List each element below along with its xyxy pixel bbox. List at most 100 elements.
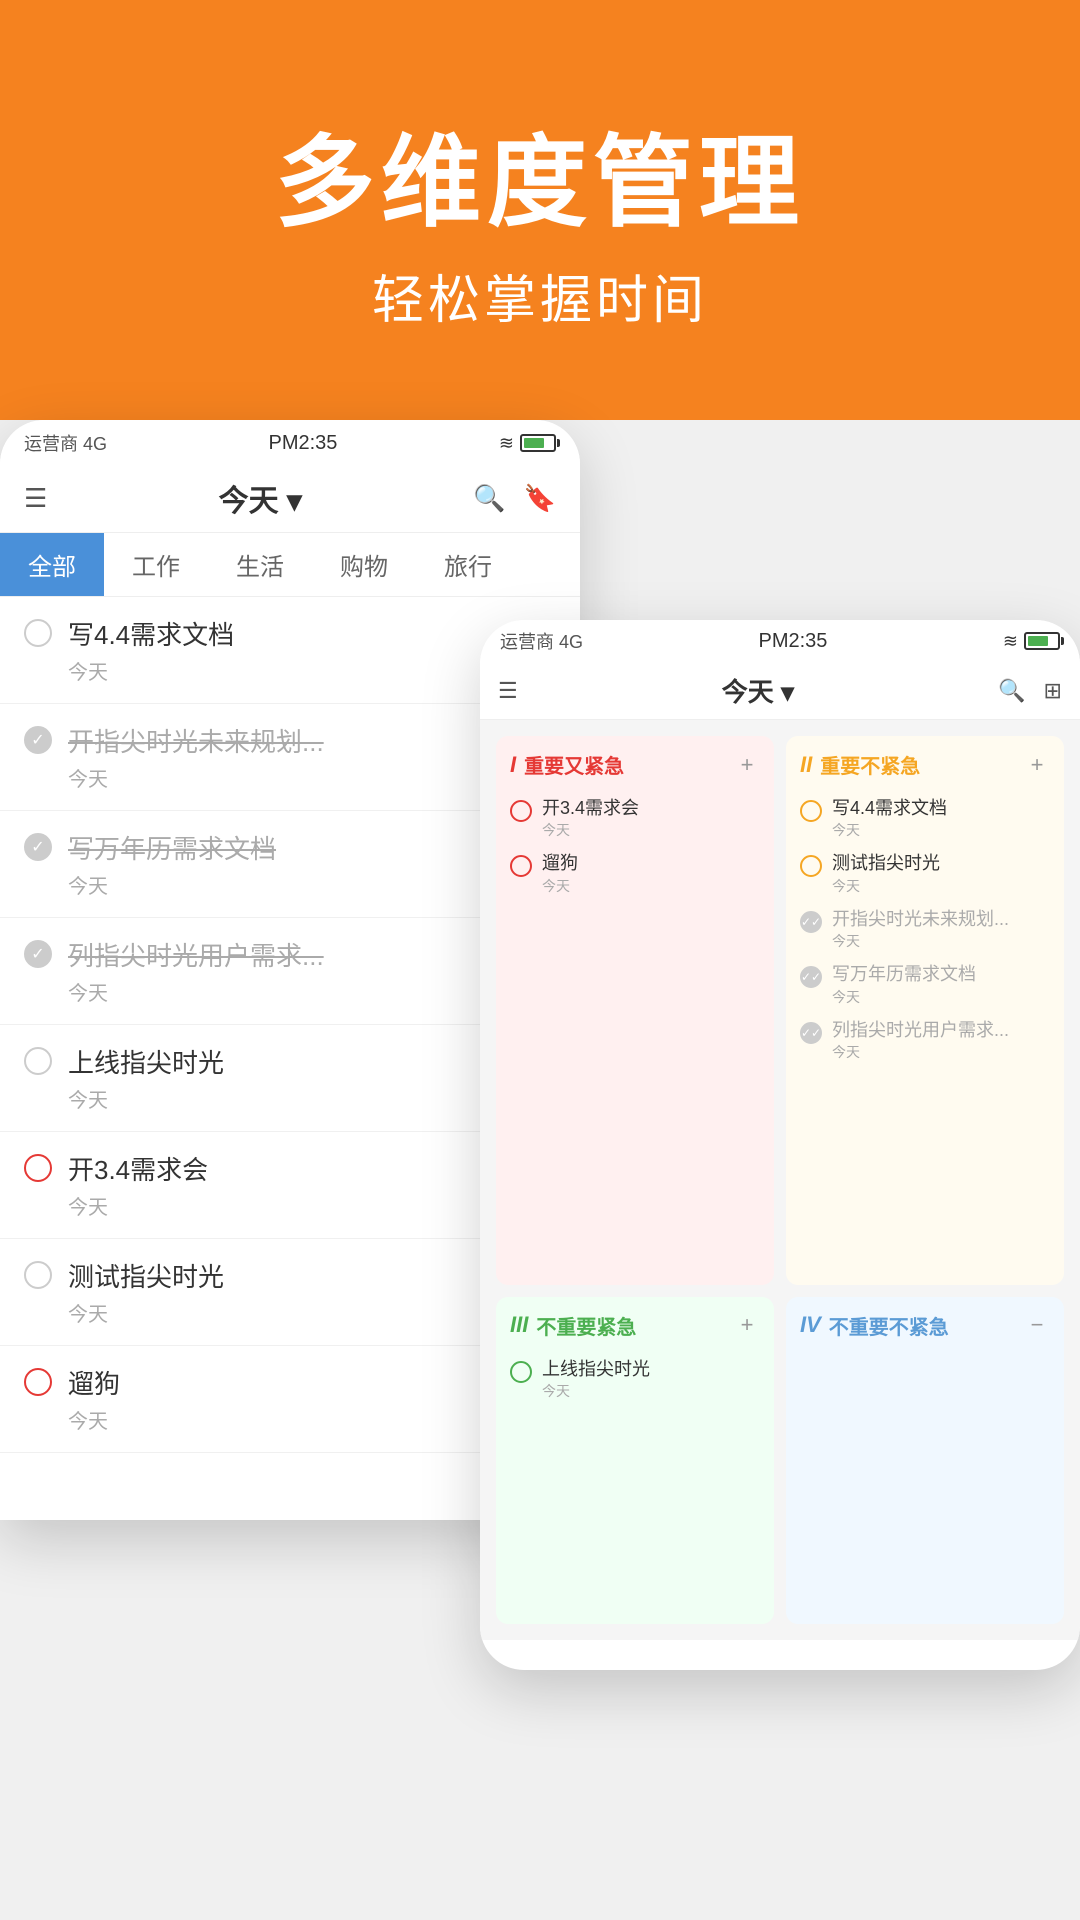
q1-task-1[interactable]: 开3.4需求会 今天 [510,791,760,846]
q2-header: II 重要不紧急 + [800,750,1050,779]
bookmark-icon[interactable]: 🔖 [524,483,556,514]
q4-label: IV 不重要不紧急 [800,1311,949,1340]
banner: 多维度管理 轻松掌握时间 [0,0,1080,420]
q3-task-1[interactable]: 上线指尖时光 今天 [510,1352,760,1407]
q2-task3-text: 开指尖时光未来规划... 今天 [832,908,1050,951]
front-nav-icons: 🔍 ⊞ [998,678,1062,704]
quadrant-q3: III 不重要紧急 + 上线指尖时光 今天 [496,1297,774,1624]
back-time: PM2:35 [268,432,337,455]
task-circle-1 [24,726,52,754]
q2-task3-circle: ✓ [800,911,822,933]
quadrant-q2: II 重要不紧急 + 写4.4需求文档 今天 测试指尖时光 [786,736,1064,1285]
q2-task2-circle [800,855,822,877]
task-circle-3 [24,940,52,968]
q1-task1-title: 开3.4需求会 [542,797,760,820]
back-status-right: ≋ [499,433,556,454]
banner-title: 多维度管理 [275,128,805,238]
q1-num: I [510,752,516,778]
front-nav-title[interactable]: 今天 ▾ [722,672,794,709]
front-carrier: 运营商 4G [500,628,583,654]
q3-header: III 不重要紧急 + [510,1311,760,1340]
q3-task1-text: 上线指尖时光 今天 [542,1358,760,1401]
q4-num: IV [800,1312,821,1338]
quadrant-q1: I 重要又紧急 + 开3.4需求会 今天 遛狗 今天 [496,736,774,1285]
q2-task3-date: 今天 [832,931,1050,951]
q2-task1-text: 写4.4需求文档 今天 [832,797,1050,840]
q2-task-4[interactable]: ✓ 写万年历需求文档 今天 [800,957,1050,1012]
q2-task-3[interactable]: ✓ 开指尖时光未来规划... 今天 [800,902,1050,957]
tab-life[interactable]: 生活 [208,533,312,596]
tab-travel[interactable]: 旅行 [416,533,520,596]
q1-header: I 重要又紧急 + [510,750,760,779]
q1-task-2[interactable]: 遛狗 今天 [510,846,760,901]
task-circle-6 [24,1261,52,1289]
q1-task2-date: 今天 [542,876,760,896]
q1-task1-text: 开3.4需求会 今天 [542,797,760,840]
q4-add-button[interactable]: − [1024,1312,1050,1338]
front-status-bar: 运营商 4G PM2:35 ≋ [480,620,1080,662]
q2-task4-title: 写万年历需求文档 [832,963,1050,986]
q2-task2-title: 测试指尖时光 [832,852,1050,875]
q2-task1-date: 今天 [832,820,1050,840]
q2-add-button[interactable]: + [1024,752,1050,778]
tab-shopping[interactable]: 购物 [312,533,416,596]
front-grid-icon[interactable]: ⊞ [1044,678,1062,704]
hamburger-icon[interactable]: ☰ [24,483,47,514]
tab-work[interactable]: 工作 [104,533,208,596]
task-circle-2 [24,833,52,861]
back-status-bar: 运营商 4G PM2:35 ≋ [0,420,580,464]
back-nav-title[interactable]: 今天 ▾ [219,476,302,520]
search-icon[interactable]: 🔍 [473,483,505,514]
phones-area: 运营商 4G PM2:35 ≋ ☰ 今天 ▾ 🔍 🔖 全部 工作 生活 购物 [0,420,1080,1920]
task-circle-7 [24,1368,52,1396]
q3-num: III [510,1312,528,1338]
matrix-container: I 重要又紧急 + 开3.4需求会 今天 遛狗 今天 [480,720,1080,1640]
front-status-right: ≋ [1003,631,1060,652]
front-battery-icon [1024,632,1060,650]
battery-fill [524,438,544,448]
signal-icon: ≋ [499,433,514,454]
q2-task1-circle [800,800,822,822]
front-hamburger-icon[interactable]: ☰ [498,678,518,704]
q2-task2-date: 今天 [832,876,1050,896]
q2-task-1[interactable]: 写4.4需求文档 今天 [800,791,1050,846]
q3-add-button[interactable]: + [734,1312,760,1338]
q2-task5-text: 列指尖时光用户需求... 今天 [832,1019,1050,1062]
q2-task-5[interactable]: ✓ 列指尖时光用户需求... 今天 [800,1013,1050,1068]
q1-label-text: 重要又紧急 [524,750,624,779]
q3-task1-title: 上线指尖时光 [542,1358,760,1381]
q1-task2-title: 遛狗 [542,852,760,875]
front-signal-icon: ≋ [1003,631,1018,652]
q2-task4-circle: ✓ [800,966,822,988]
q2-task-2[interactable]: 测试指尖时光 今天 [800,846,1050,901]
front-nav-bar: ☰ 今天 ▾ 🔍 ⊞ [480,662,1080,720]
q2-task1-title: 写4.4需求文档 [832,797,1050,820]
q2-task5-date: 今天 [832,1042,1050,1062]
tab-all[interactable]: 全部 [0,533,104,596]
q4-header: IV 不重要不紧急 − [800,1311,1050,1340]
q1-add-button[interactable]: + [734,752,760,778]
task-circle-0 [24,619,52,647]
front-time: PM2:35 [758,630,827,653]
q2-label: II 重要不紧急 [800,750,920,779]
back-tabs: 全部 工作 生活 购物 旅行 [0,533,580,597]
q2-task3-title: 开指尖时光未来规划... [832,908,1050,931]
q2-task4-text: 写万年历需求文档 今天 [832,963,1050,1006]
q2-num: II [800,752,812,778]
battery-icon [520,434,556,452]
q2-task5-title: 列指尖时光用户需求... [832,1019,1050,1042]
q2-task2-text: 测试指尖时光 今天 [832,852,1050,895]
q1-label: I 重要又紧急 [510,750,624,779]
back-carrier: 运营商 4G [24,430,107,456]
q2-task4-date: 今天 [832,987,1050,1007]
q3-label-text: 不重要紧急 [536,1311,636,1340]
q3-label: III 不重要紧急 [510,1311,636,1340]
q1-task2-text: 遛狗 今天 [542,852,760,895]
q3-task1-date: 今天 [542,1381,760,1401]
q1-task1-circle [510,800,532,822]
q4-label-text: 不重要不紧急 [829,1311,949,1340]
front-search-icon[interactable]: 🔍 [998,678,1025,704]
back-nav-bar: ☰ 今天 ▾ 🔍 🔖 [0,464,580,533]
task-circle-5 [24,1154,52,1182]
banner-subtitle: 轻松掌握时间 [372,258,708,333]
